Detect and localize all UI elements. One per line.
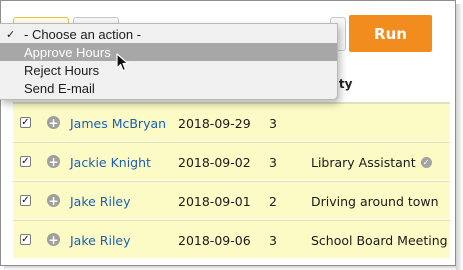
volunteer-name-link[interactable]: James McBryan — [70, 104, 166, 142]
activity-text: Driving around town — [311, 193, 439, 209]
window-shadow-bottom — [4, 266, 456, 270]
menu-item-label: Approve Hours — [24, 44, 111, 60]
menu-item-label: - Choose an action - — [24, 26, 142, 42]
plus-circle-icon[interactable]: + — [47, 233, 60, 246]
table-row: ✓ + Jake Riley 2018-09-01 2 Driving arou… — [13, 181, 450, 219]
table-row: ✓ + Jackie Knight 2018-09-02 3 Library A… — [13, 142, 450, 180]
activity-cell: Library Assistant ✓ — [311, 143, 432, 181]
checkmark-icon: ✓ — [6, 28, 16, 41]
page: Run vity ✓ + James McBryan 2018-09-29 3 … — [0, 0, 463, 270]
volunteer-name-link[interactable]: Jackie Knight — [70, 143, 151, 181]
date-cell: 2018-09-06 — [178, 232, 251, 248]
menu-item-reject-hours[interactable]: Reject Hours — [0, 61, 337, 79]
action-dropdown-menu: ✓ - Choose an action - Approve Hours Rej… — [0, 23, 338, 100]
hours-cell: 3 — [269, 154, 277, 170]
plus-circle-icon[interactable]: + — [47, 155, 60, 168]
table-row: ✓ + Jake Riley 2018-09-06 3 School Board… — [13, 220, 450, 258]
row-checkbox[interactable]: ✓ — [20, 156, 31, 167]
check-circle-icon: ✓ — [420, 156, 432, 168]
run-button[interactable]: Run — [349, 15, 432, 52]
hours-cell: 3 — [269, 115, 277, 131]
mouse-pointer-icon — [116, 53, 129, 72]
activity-cell: School Board Meeting — [311, 221, 448, 259]
menu-item-send-email[interactable]: Send E-mail — [0, 79, 337, 97]
menu-item-label: Send E-mail — [24, 80, 95, 96]
volunteer-name-link[interactable]: Jake Riley — [70, 221, 131, 259]
row-checkbox[interactable]: ✓ — [20, 195, 31, 206]
date-cell: 2018-09-29 — [178, 115, 251, 131]
plus-circle-icon[interactable]: + — [47, 194, 60, 207]
activity-text: School Board Meeting — [311, 232, 448, 248]
date-cell: 2018-09-02 — [178, 154, 251, 170]
row-checkbox[interactable]: ✓ — [20, 234, 31, 245]
menu-item-approve-hours[interactable]: Approve Hours — [0, 43, 337, 61]
activity-cell: Driving around town — [311, 182, 439, 220]
volunteer-name-link[interactable]: Jake Riley — [70, 182, 131, 220]
hours-cell: 3 — [269, 232, 277, 248]
menu-item-label: Reject Hours — [24, 62, 100, 78]
activity-text: Library Assistant — [311, 154, 416, 170]
date-cell: 2018-09-01 — [178, 193, 251, 209]
hours-cell: 2 — [269, 193, 277, 209]
menu-item-choose-action[interactable]: ✓ - Choose an action - — [0, 25, 337, 43]
row-checkbox[interactable]: ✓ — [20, 117, 31, 128]
table-row: ✓ + James McBryan 2018-09-29 3 — [13, 103, 450, 141]
window-shadow-right — [456, 4, 463, 270]
plus-circle-icon[interactable]: + — [47, 116, 60, 129]
